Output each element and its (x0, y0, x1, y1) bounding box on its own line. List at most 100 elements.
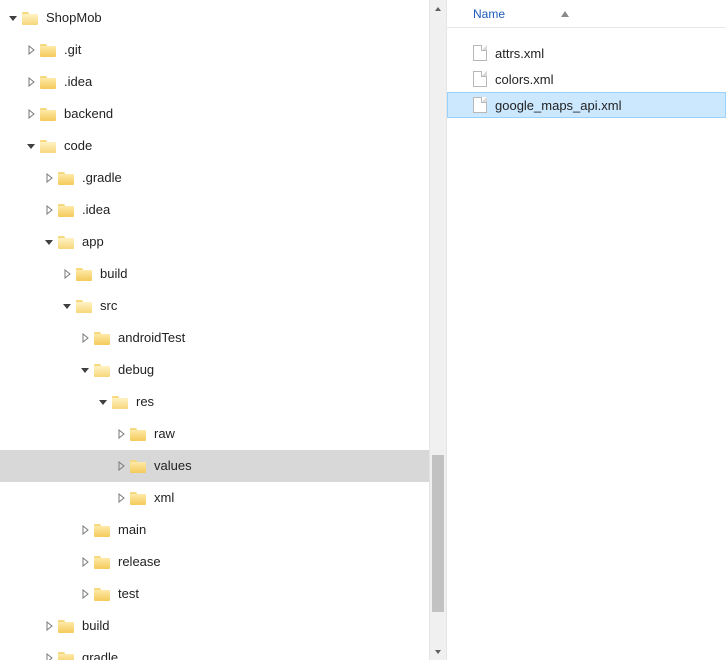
folder-icon (94, 587, 112, 601)
tree-item[interactable]: code (0, 130, 446, 162)
scroll-track[interactable] (430, 17, 446, 643)
tree-item-label: test (118, 578, 139, 610)
chevron-down-icon[interactable] (78, 363, 92, 377)
tree-scrollbar[interactable] (429, 0, 446, 660)
folder-tree[interactable]: ShopMob.git.ideabackendcode.gradle.ideaa… (0, 0, 446, 660)
folder-icon (94, 363, 112, 377)
folder-icon (94, 523, 112, 537)
scroll-thumb[interactable] (432, 455, 444, 612)
scroll-up-arrow-icon[interactable] (430, 0, 446, 17)
tree-item[interactable]: app (0, 226, 446, 258)
chevron-down-icon[interactable] (96, 395, 110, 409)
scroll-down-arrow-icon[interactable] (430, 643, 446, 660)
folder-icon (40, 43, 58, 57)
tree-item-label: code (64, 130, 92, 162)
tree-item-label: release (118, 546, 161, 578)
tree-item[interactable]: res (0, 386, 446, 418)
tree-item-label: gradle (82, 642, 118, 660)
chevron-right-icon[interactable] (42, 651, 56, 660)
tree-item[interactable]: test (0, 578, 446, 610)
tree-item-label: main (118, 514, 146, 546)
tree-item[interactable]: main (0, 514, 446, 546)
tree-item-label: .idea (64, 66, 92, 98)
tree-item-label: raw (154, 418, 175, 450)
tree-item[interactable]: build (0, 610, 446, 642)
tree-item-label: src (100, 290, 117, 322)
tree-item[interactable]: src (0, 290, 446, 322)
tree-item[interactable]: build (0, 258, 446, 290)
folder-icon (94, 331, 112, 345)
tree-item-label: build (82, 610, 109, 642)
file-list-panel: Name attrs.xml colors.xml google_maps_api.… (446, 0, 726, 660)
folder-icon (130, 427, 148, 441)
tree-item[interactable]: backend (0, 98, 446, 130)
tree-item[interactable]: xml (0, 482, 446, 514)
chevron-right-icon[interactable] (24, 107, 38, 121)
file-row[interactable]: attrs.xml (447, 40, 726, 66)
tree-item[interactable]: ShopMob (0, 2, 446, 34)
chevron-down-icon[interactable] (42, 235, 56, 249)
folder-tree-panel: ShopMob.git.ideabackendcode.gradle.ideaa… (0, 0, 446, 660)
tree-item[interactable]: .gradle (0, 162, 446, 194)
chevron-right-icon[interactable] (78, 523, 92, 537)
chevron-right-icon[interactable] (24, 75, 38, 89)
file-row[interactable]: google_maps_api.xml (447, 92, 726, 118)
tree-item[interactable]: values (0, 450, 446, 482)
chevron-right-icon[interactable] (114, 427, 128, 441)
chevron-right-icon[interactable] (114, 459, 128, 473)
chevron-right-icon[interactable] (78, 331, 92, 345)
tree-item-label: ShopMob (46, 2, 102, 34)
tree-item[interactable]: .idea (0, 194, 446, 226)
tree-item[interactable]: raw (0, 418, 446, 450)
tree-item-label: app (82, 226, 104, 258)
folder-icon (40, 107, 58, 121)
tree-item-label: .gradle (82, 162, 122, 194)
tree-item[interactable]: .idea (0, 66, 446, 98)
folder-icon (112, 395, 130, 409)
tree-item[interactable]: debug (0, 354, 446, 386)
chevron-right-icon[interactable] (78, 555, 92, 569)
tree-item-label: .idea (82, 194, 110, 226)
folder-icon (130, 491, 148, 505)
chevron-right-icon[interactable] (78, 587, 92, 601)
folder-icon (58, 203, 76, 217)
tree-item-label: res (136, 386, 154, 418)
chevron-right-icon[interactable] (42, 203, 56, 217)
file-label: google_maps_api.xml (495, 98, 621, 113)
chevron-right-icon[interactable] (114, 491, 128, 505)
folder-icon (76, 267, 94, 281)
sort-indicator-icon (561, 9, 569, 19)
folder-icon (58, 651, 76, 660)
tree-item[interactable]: androidTest (0, 322, 446, 354)
column-header-name[interactable]: Name (473, 7, 505, 21)
chevron-down-icon[interactable] (24, 139, 38, 153)
file-label: attrs.xml (495, 46, 544, 61)
chevron-right-icon[interactable] (42, 171, 56, 185)
chevron-right-icon[interactable] (42, 619, 56, 633)
file-row[interactable]: colors.xml (447, 66, 726, 92)
folder-icon (22, 11, 40, 25)
folder-icon (40, 75, 58, 89)
tree-item[interactable]: release (0, 546, 446, 578)
folder-icon (94, 555, 112, 569)
chevron-right-icon[interactable] (60, 267, 74, 281)
folder-icon (130, 459, 148, 473)
folder-icon (58, 235, 76, 249)
tree-item-label: xml (154, 482, 174, 514)
file-icon (473, 71, 487, 87)
file-icon (473, 97, 487, 113)
chevron-right-icon[interactable] (24, 43, 38, 57)
tree-item[interactable]: .git (0, 34, 446, 66)
tree-item-label: .git (64, 34, 81, 66)
folder-icon (40, 139, 58, 153)
folder-icon (58, 171, 76, 185)
chevron-down-icon[interactable] (60, 299, 74, 313)
tree-item[interactable]: gradle (0, 642, 446, 660)
folder-icon (76, 299, 94, 313)
file-icon (473, 45, 487, 61)
tree-item-label: backend (64, 98, 113, 130)
file-list-header[interactable]: Name (447, 0, 726, 28)
tree-item-label: values (154, 450, 192, 482)
file-list[interactable]: attrs.xml colors.xml google_maps_api.xml (447, 28, 726, 118)
chevron-down-icon[interactable] (6, 11, 20, 25)
